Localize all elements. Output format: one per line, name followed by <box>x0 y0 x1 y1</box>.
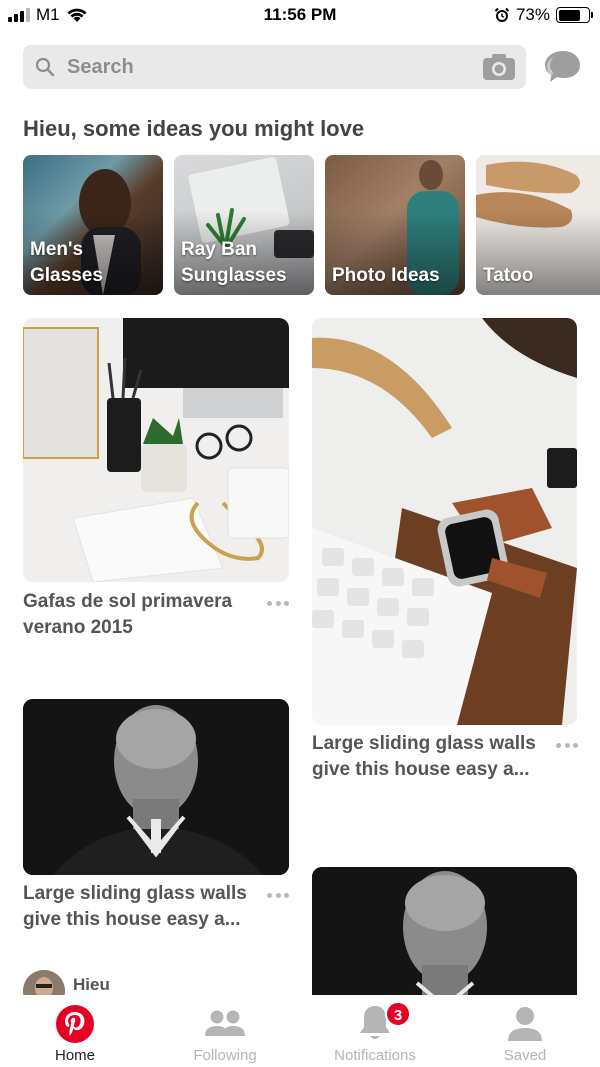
ideas-carousel[interactable]: Men's Glasses Ray Ban Sunglasses Photo I… <box>23 155 600 295</box>
tab-bar: Home Following 3 Notifications Saved <box>0 995 600 1067</box>
more-options-icon[interactable] <box>267 891 289 899</box>
more-options-icon[interactable] <box>556 741 578 749</box>
messages-icon[interactable] <box>542 48 582 86</box>
status-right: 73% <box>494 5 593 25</box>
tab-label: Home <box>54 1047 95 1064</box>
pin-image-watch[interactable] <box>312 318 577 725</box>
search-bar[interactable] <box>23 45 526 89</box>
idea-card-label: Ray Ban Sunglasses <box>181 239 287 286</box>
idea-card-label: Men's Glasses <box>30 239 103 286</box>
status-bar: M1 11:56 PM 73% <box>0 0 600 32</box>
idea-card-photo-ideas[interactable]: Photo Ideas <box>325 155 465 295</box>
tab-label: Following <box>193 1047 257 1064</box>
pin-image-portrait[interactable] <box>23 699 289 875</box>
tab-label: Notifications <box>334 1047 416 1064</box>
profile-icon <box>508 1007 542 1041</box>
tab-following[interactable]: Following <box>150 995 300 1067</box>
pin-image-portrait-2[interactable] <box>312 867 577 1007</box>
pin-image-desk[interactable] <box>23 318 289 582</box>
pin-image <box>23 699 289 875</box>
pinterest-logo-icon <box>56 1005 94 1043</box>
alarm-icon <box>494 7 510 22</box>
idea-card-label: Photo Ideas <box>332 265 440 286</box>
ideas-heading: Hieu, some ideas you might love <box>23 116 365 141</box>
pin-title[interactable]: Gafas de sol primavera verano 2015 <box>23 589 258 641</box>
battery-icon <box>556 7 593 23</box>
idea-card-label: Tatoo <box>483 265 534 286</box>
idea-card-mens-glasses[interactable]: Men's Glasses <box>23 155 163 295</box>
pinner-name: Hieu <box>73 975 110 994</box>
idea-card-tatoo[interactable]: Tatoo <box>476 155 600 295</box>
tab-label: Saved <box>503 1047 547 1064</box>
pin-title[interactable]: Large sliding glass walls give this hous… <box>23 881 258 933</box>
search-input[interactable] <box>67 45 447 89</box>
more-options-icon[interactable] <box>267 599 289 607</box>
idea-card-ray-ban-sunglasses[interactable]: Ray Ban Sunglasses <box>174 155 314 295</box>
search-icon <box>35 57 55 77</box>
people-icon <box>205 1010 245 1036</box>
battery-percent: 73% <box>515 5 550 24</box>
pin-image <box>312 867 577 1007</box>
pin-image <box>312 318 577 725</box>
tab-home[interactable]: Home <box>0 995 150 1067</box>
pin-image <box>23 318 289 582</box>
tab-notifications[interactable]: 3 Notifications <box>300 995 450 1067</box>
pin-title[interactable]: Large sliding glass walls give this hous… <box>312 731 542 783</box>
tab-saved[interactable]: Saved <box>450 995 600 1067</box>
notification-badge: 3 <box>385 1001 411 1027</box>
camera-icon[interactable] <box>482 53 516 81</box>
